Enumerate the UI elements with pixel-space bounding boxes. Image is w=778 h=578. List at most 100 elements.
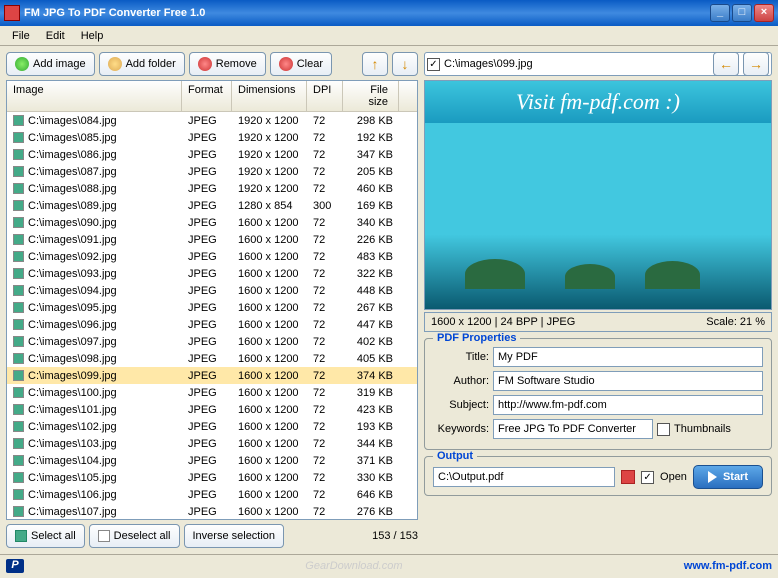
open-checkbox[interactable]: ✓ bbox=[641, 471, 654, 484]
start-button[interactable]: Start bbox=[693, 465, 763, 489]
preview-path-input[interactable] bbox=[444, 58, 586, 70]
preview-info-bar: 1600 x 1200 | 24 BPP | JPEG Scale: 21 % bbox=[424, 312, 772, 332]
row-checkbox[interactable] bbox=[13, 183, 24, 194]
table-row[interactable]: C:\images\095.jpgJPEG1600 x 120072267 KB bbox=[7, 299, 417, 316]
row-checkbox[interactable] bbox=[13, 149, 24, 160]
table-row[interactable]: C:\images\102.jpgJPEG1600 x 120072193 KB bbox=[7, 418, 417, 435]
table-row[interactable]: C:\images\105.jpgJPEG1600 x 120072330 KB bbox=[7, 469, 417, 486]
table-row[interactable]: C:\images\092.jpgJPEG1600 x 120072483 KB bbox=[7, 248, 417, 265]
table-row[interactable]: C:\images\089.jpgJPEG1280 x 854300169 KB bbox=[7, 197, 417, 214]
checked-icon bbox=[15, 530, 27, 542]
table-row[interactable]: C:\images\097.jpgJPEG1600 x 120072402 KB bbox=[7, 333, 417, 350]
inverse-selection-button[interactable]: Inverse selection bbox=[184, 524, 285, 548]
col-dimensions[interactable]: Dimensions bbox=[232, 81, 307, 111]
row-checkbox[interactable] bbox=[13, 404, 24, 415]
row-checkbox[interactable] bbox=[13, 387, 24, 398]
add-folder-button[interactable]: Add folder bbox=[99, 52, 185, 76]
row-checkbox[interactable] bbox=[13, 302, 24, 313]
row-checkbox[interactable] bbox=[13, 200, 24, 211]
move-up-button[interactable]: ↑ bbox=[362, 52, 388, 76]
pdf-properties-group: PDF Properties Title: Author: Subject: K… bbox=[424, 338, 772, 450]
folder-icon bbox=[108, 57, 122, 71]
col-filesize[interactable]: File size bbox=[343, 81, 399, 111]
col-image[interactable]: Image bbox=[7, 81, 182, 111]
table-row[interactable]: C:\images\086.jpgJPEG1920 x 120072347 KB bbox=[7, 146, 417, 163]
file-table[interactable]: Image Format Dimensions DPI File size C:… bbox=[6, 80, 418, 520]
row-checkbox[interactable] bbox=[13, 506, 24, 517]
output-path-input[interactable] bbox=[433, 467, 615, 487]
website-link[interactable]: www.fm-pdf.com bbox=[684, 560, 772, 572]
row-checkbox[interactable] bbox=[13, 285, 24, 296]
window-title: FM JPG To PDF Converter Free 1.0 bbox=[24, 7, 710, 19]
minimize-button[interactable]: _ bbox=[710, 4, 730, 22]
table-row[interactable]: C:\images\088.jpgJPEG1920 x 120072460 KB bbox=[7, 180, 417, 197]
table-row[interactable]: C:\images\090.jpgJPEG1600 x 120072340 KB bbox=[7, 214, 417, 231]
table-row[interactable]: C:\images\084.jpgJPEG1920 x 120072298 KB bbox=[7, 112, 417, 129]
table-row[interactable]: C:\images\085.jpgJPEG1920 x 120072192 KB bbox=[7, 129, 417, 146]
deselect-all-button[interactable]: Deselect all bbox=[89, 524, 180, 548]
paypal-icon[interactable]: P bbox=[6, 559, 24, 573]
row-checkbox[interactable] bbox=[13, 353, 24, 364]
col-dpi[interactable]: DPI bbox=[307, 81, 343, 111]
table-row[interactable]: C:\images\099.jpgJPEG1600 x 120072374 KB bbox=[7, 367, 417, 384]
row-checkbox[interactable] bbox=[13, 489, 24, 500]
preview-pane: Visit fm-pdf.com :) bbox=[424, 80, 772, 310]
clear-button[interactable]: Clear bbox=[270, 52, 332, 76]
row-checkbox[interactable] bbox=[13, 438, 24, 449]
table-row[interactable]: C:\images\091.jpgJPEG1600 x 120072226 KB bbox=[7, 231, 417, 248]
author-input[interactable] bbox=[493, 371, 763, 391]
unchecked-icon bbox=[98, 530, 110, 542]
remove-button[interactable]: Remove bbox=[189, 52, 266, 76]
row-checkbox[interactable] bbox=[13, 370, 24, 381]
col-format[interactable]: Format bbox=[182, 81, 232, 111]
table-row[interactable]: C:\images\101.jpgJPEG1600 x 120072423 KB bbox=[7, 401, 417, 418]
table-row[interactable]: C:\images\087.jpgJPEG1920 x 120072205 KB bbox=[7, 163, 417, 180]
row-checkbox[interactable] bbox=[13, 472, 24, 483]
preview-path-row: ✓ ← → bbox=[424, 52, 772, 76]
table-header: Image Format Dimensions DPI File size bbox=[7, 81, 417, 112]
row-checkbox[interactable] bbox=[13, 217, 24, 228]
table-row[interactable]: C:\images\098.jpgJPEG1600 x 120072405 KB bbox=[7, 350, 417, 367]
close-button[interactable]: × bbox=[754, 4, 774, 22]
table-row[interactable]: C:\images\094.jpgJPEG1600 x 120072448 KB bbox=[7, 282, 417, 299]
add-image-button[interactable]: Add image bbox=[6, 52, 95, 76]
next-image-button[interactable]: → bbox=[743, 52, 769, 76]
menu-help[interactable]: Help bbox=[73, 28, 112, 43]
menu-file[interactable]: File bbox=[4, 28, 38, 43]
row-checkbox[interactable] bbox=[13, 166, 24, 177]
title-input[interactable] bbox=[493, 347, 763, 367]
table-row[interactable]: C:\images\106.jpgJPEG1600 x 120072646 KB bbox=[7, 486, 417, 503]
row-checkbox[interactable] bbox=[13, 234, 24, 245]
open-label: Open bbox=[660, 471, 687, 483]
row-checkbox[interactable] bbox=[13, 132, 24, 143]
row-checkbox[interactable] bbox=[13, 319, 24, 330]
row-checkbox[interactable] bbox=[13, 421, 24, 432]
preview-checkbox[interactable]: ✓ bbox=[427, 58, 440, 71]
row-checkbox[interactable] bbox=[13, 268, 24, 279]
move-down-button[interactable]: ↓ bbox=[392, 52, 418, 76]
row-checkbox[interactable] bbox=[13, 455, 24, 466]
thumbnails-label: Thumbnails bbox=[674, 423, 731, 435]
menubar: File Edit Help bbox=[0, 26, 778, 46]
thumbnails-checkbox[interactable] bbox=[657, 423, 670, 436]
row-checkbox[interactable] bbox=[13, 336, 24, 347]
subject-input[interactable] bbox=[493, 395, 763, 415]
table-row[interactable]: C:\images\093.jpgJPEG1600 x 120072322 KB bbox=[7, 265, 417, 282]
table-row[interactable]: C:\images\096.jpgJPEG1600 x 120072447 KB bbox=[7, 316, 417, 333]
row-checkbox[interactable] bbox=[13, 115, 24, 126]
watermark: GearDownload.com bbox=[24, 560, 684, 572]
row-checkbox[interactable] bbox=[13, 251, 24, 262]
left-toolbar: Add image Add folder Remove Clear ↑ ↓ bbox=[6, 52, 418, 76]
output-group: Output ✓ Open Start bbox=[424, 456, 772, 496]
select-all-button[interactable]: Select all bbox=[6, 524, 85, 548]
table-row[interactable]: C:\images\103.jpgJPEG1600 x 120072344 KB bbox=[7, 435, 417, 452]
menu-edit[interactable]: Edit bbox=[38, 28, 73, 43]
table-row[interactable]: C:\images\100.jpgJPEG1600 x 120072319 KB bbox=[7, 384, 417, 401]
table-row[interactable]: C:\images\104.jpgJPEG1600 x 120072371 KB bbox=[7, 452, 417, 469]
preview-image bbox=[425, 123, 771, 309]
maximize-button[interactable]: □ bbox=[732, 4, 752, 22]
table-row[interactable]: C:\images\107.jpgJPEG1600 x 120072276 KB bbox=[7, 503, 417, 520]
keywords-input[interactable] bbox=[493, 419, 653, 439]
minus-icon bbox=[198, 57, 212, 71]
prev-image-button[interactable]: ← bbox=[713, 52, 739, 76]
